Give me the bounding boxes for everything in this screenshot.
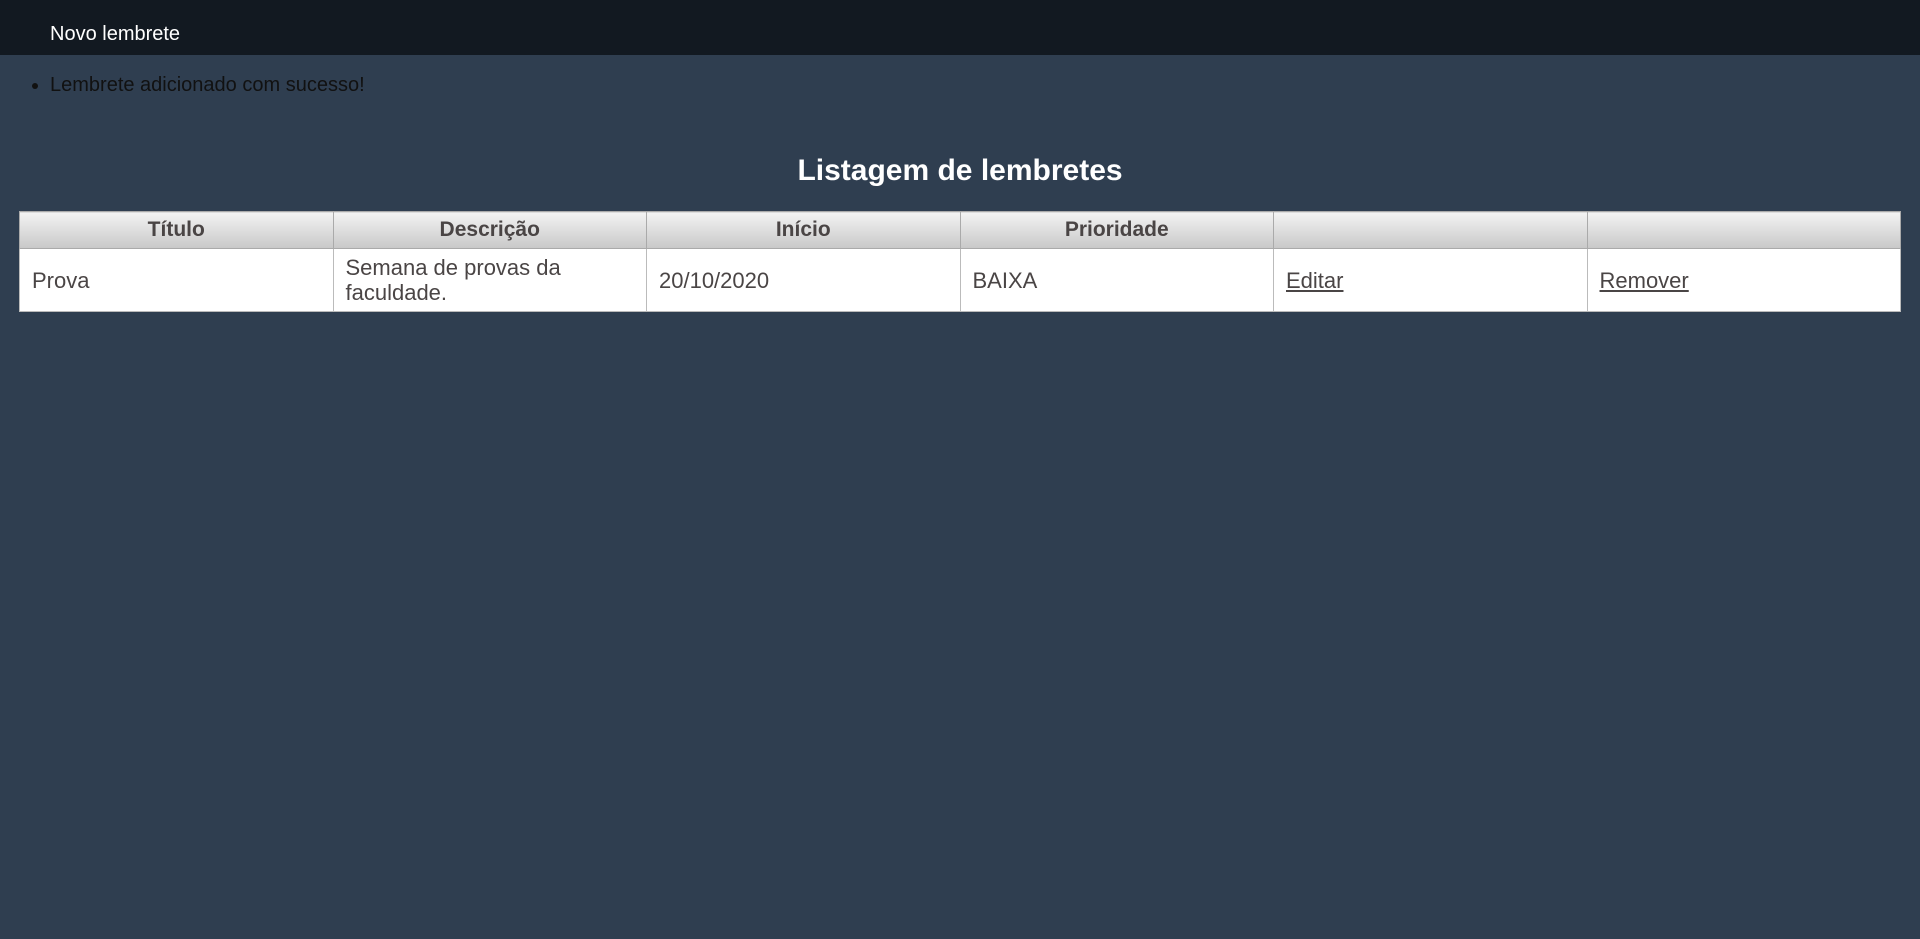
cell-remove: Remover <box>1586 248 1901 312</box>
cell-prioridade: BAIXA <box>959 248 1274 312</box>
column-header-prioridade: Prioridade <box>959 211 1274 249</box>
column-header-remove <box>1586 211 1901 249</box>
column-header-descricao: Descrição <box>332 211 647 249</box>
column-header-titulo: Título <box>19 211 334 249</box>
cell-descricao: Semana de provas da faculdade. <box>332 248 647 312</box>
remove-link[interactable]: Remover <box>1600 268 1689 293</box>
new-reminder-link[interactable]: Novo lembrete <box>50 23 180 46</box>
cell-titulo: Prova <box>19 248 334 312</box>
edit-link[interactable]: Editar <box>1286 268 1343 293</box>
column-header-inicio: Início <box>646 211 961 249</box>
messages-list: Lembrete adicionado com sucesso! <box>0 74 365 97</box>
table-row: Prova Semana de provas da faculdade. 20/… <box>19 248 1901 312</box>
cell-inicio: 20/10/2020 <box>646 248 961 312</box>
page-title: Listagem de lembretes <box>797 154 1123 187</box>
table-header-row: Título Descrição Início Prioridade <box>19 211 1901 249</box>
column-header-edit <box>1273 211 1588 249</box>
cell-edit: Editar <box>1273 248 1588 312</box>
top-navbar: Novo lembrete <box>0 0 1920 55</box>
reminders-table: Título Descrição Início Prioridade Prova… <box>19 211 1901 312</box>
success-message: Lembrete adicionado com sucesso! <box>50 74 365 97</box>
